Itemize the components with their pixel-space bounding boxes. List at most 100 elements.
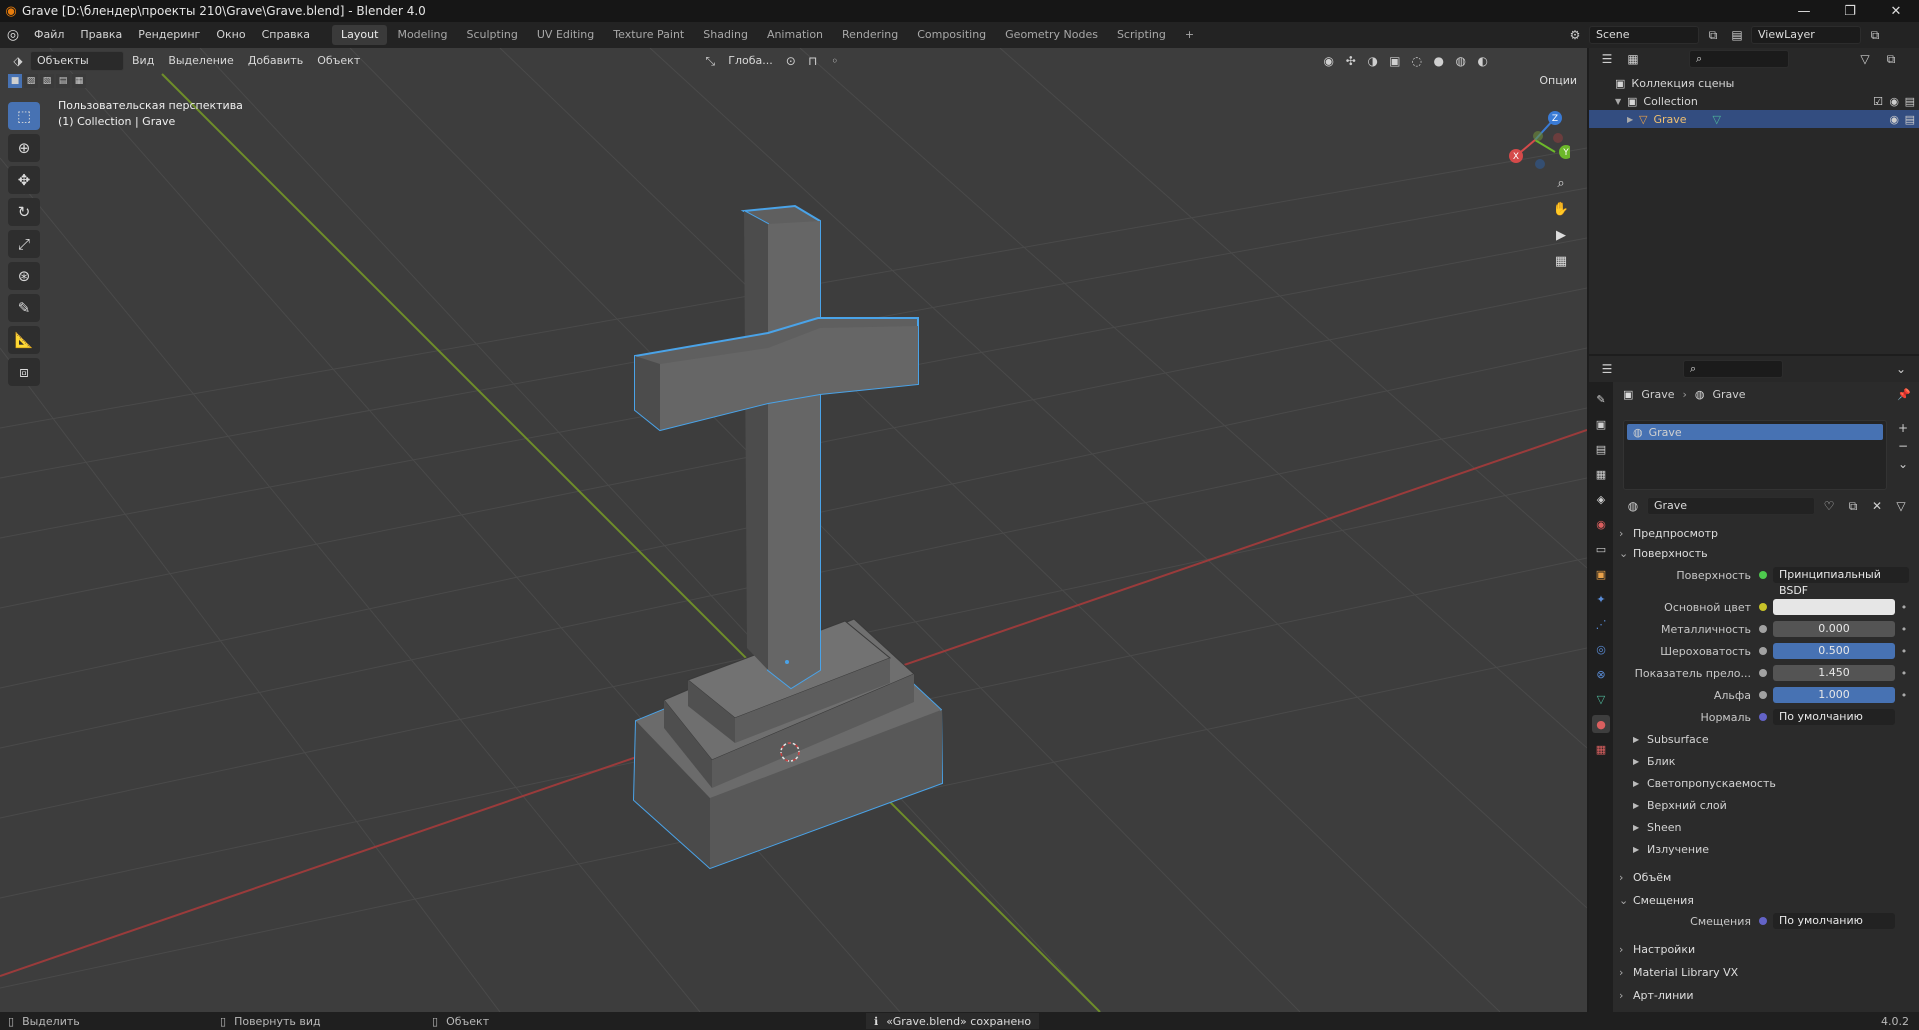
- minimize-button[interactable]: —: [1781, 0, 1827, 22]
- tab-layout[interactable]: Layout: [332, 25, 388, 45]
- scene-collection-row[interactable]: ▣ Коллекция сцены: [1589, 74, 1919, 92]
- move-tool-icon[interactable]: ✥: [8, 166, 40, 194]
- keyframe-icon[interactable]: •: [1899, 601, 1909, 614]
- blender-menu-icon[interactable]: ◎: [0, 27, 26, 43]
- keyframe-icon[interactable]: •: [1899, 667, 1909, 680]
- measure-tool-icon[interactable]: 📐: [8, 326, 40, 354]
- data-tab-icon[interactable]: ▽: [1592, 690, 1610, 708]
- tab-modeling[interactable]: Modeling: [388, 25, 456, 45]
- tab-rendering[interactable]: Rendering: [833, 25, 907, 45]
- subsection-specular[interactable]: ▶ Блик: [1633, 752, 1675, 770]
- tool-tab-icon[interactable]: ✎: [1592, 390, 1610, 408]
- new-scene-icon[interactable]: ⧉: [1703, 25, 1723, 45]
- browse-material-icon[interactable]: ◍: [1623, 496, 1643, 516]
- duplicate-material-icon[interactable]: ⧉: [1843, 496, 1863, 516]
- tab-uv-editing[interactable]: UV Editing: [528, 25, 603, 45]
- material-library-section[interactable]: › Material Library VX: [1619, 963, 1913, 981]
- menu-window[interactable]: Окно: [208, 22, 253, 48]
- world-tab-icon[interactable]: ◉: [1592, 515, 1610, 533]
- transform-tool-icon[interactable]: ⊛: [8, 262, 40, 290]
- menu-edit[interactable]: Правка: [72, 22, 130, 48]
- material-shading-icon[interactable]: ◍: [1451, 51, 1471, 71]
- subsection-transmission[interactable]: ▶ Светопропускаемость: [1633, 774, 1776, 792]
- tab-animation[interactable]: Animation: [758, 25, 832, 45]
- editor-type-icon[interactable]: ⬗: [8, 51, 28, 71]
- visibility-eye-icon[interactable]: ◉: [1889, 113, 1899, 126]
- tab-shading[interactable]: Shading: [694, 25, 757, 45]
- new-view-layer-icon[interactable]: ⧉: [1865, 25, 1885, 45]
- subsection-subsurface[interactable]: ▶ Subsurface: [1633, 730, 1709, 748]
- tab-geometry-nodes[interactable]: Geometry Nodes: [996, 25, 1107, 45]
- remove-slot-icon[interactable]: −: [1895, 438, 1911, 454]
- cursor-tool-icon[interactable]: ⊕: [8, 134, 40, 162]
- object-tab-icon[interactable]: ▣: [1592, 565, 1610, 583]
- fake-user-icon[interactable]: ♡: [1819, 496, 1839, 516]
- display-mode-icon[interactable]: ▦: [1623, 49, 1643, 69]
- material-name-field[interactable]: Grave: [1647, 497, 1815, 515]
- collection-row[interactable]: ▼ ▣ Collection ☑ ◉ ▤: [1589, 92, 1919, 110]
- keyframe-icon[interactable]: •: [1899, 623, 1909, 636]
- pan-hand-icon[interactable]: ✋: [1548, 198, 1574, 220]
- view-layer-field[interactable]: ViewLayer: [1751, 26, 1861, 44]
- snap-icon[interactable]: ⊓: [803, 51, 823, 71]
- outliner-search-input[interactable]: ⌕: [1689, 50, 1789, 68]
- base-color-field[interactable]: [1773, 599, 1895, 615]
- overlay-toggle-icon[interactable]: ◑: [1363, 51, 1383, 71]
- menu-render[interactable]: Рендеринг: [130, 22, 208, 48]
- displacement-field[interactable]: По умолчанию: [1773, 913, 1895, 929]
- material-filter-icon[interactable]: ▽: [1891, 496, 1911, 516]
- material-tab-icon[interactable]: ●: [1592, 715, 1610, 733]
- material-slot-row[interactable]: ◍ Grave: [1627, 424, 1883, 440]
- navigation-gizmo[interactable]: Z Y X: [1500, 100, 1570, 170]
- add-workspace-button[interactable]: +: [1176, 25, 1203, 45]
- material-slot-list[interactable]: ◍ Grave: [1623, 420, 1887, 490]
- keyframe-icon[interactable]: •: [1899, 645, 1909, 658]
- metallic-field[interactable]: 0.000: [1773, 621, 1895, 637]
- options-dropdown[interactable]: Опции: [1539, 74, 1577, 87]
- select-intersect-icon[interactable]: ▤: [56, 74, 70, 88]
- rotate-tool-icon[interactable]: ↻: [8, 198, 40, 226]
- pin-icon[interactable]: 📌: [1897, 388, 1911, 401]
- wireframe-shading-icon[interactable]: ◌: [1407, 51, 1427, 71]
- menu-file[interactable]: Файл: [26, 22, 72, 48]
- tab-sculpting[interactable]: Sculpting: [458, 25, 527, 45]
- visibility-eye-icon[interactable]: ◉: [1889, 95, 1899, 108]
- tab-compositing[interactable]: Compositing: [908, 25, 995, 45]
- solid-shading-icon[interactable]: ●: [1429, 51, 1449, 71]
- collection-tab-icon[interactable]: ▭: [1592, 540, 1610, 558]
- camera-view-icon[interactable]: ▶: [1548, 224, 1574, 246]
- visibility-icon[interactable]: ◉: [1319, 51, 1339, 71]
- properties-options-icon[interactable]: ⌄: [1891, 359, 1911, 379]
- add-slot-icon[interactable]: +: [1895, 420, 1911, 436]
- settings-section[interactable]: › Настройки: [1619, 940, 1913, 958]
- exclude-checkbox-icon[interactable]: ☑: [1873, 95, 1883, 108]
- gizmo-toggle-icon[interactable]: ✣: [1341, 51, 1361, 71]
- xray-icon[interactable]: ▣: [1385, 51, 1405, 71]
- tab-scripting[interactable]: Scripting: [1108, 25, 1175, 45]
- grave-object-row[interactable]: ▶ ▽ Grave ▽ ◉ ▤: [1589, 110, 1919, 128]
- mesh-data-icon[interactable]: ▽: [1713, 113, 1721, 126]
- surface-shader-field[interactable]: Принципиальный BSDF: [1773, 567, 1909, 597]
- mode-dropdown[interactable]: Объекты: [30, 51, 124, 71]
- proportional-edit-icon[interactable]: ◦: [825, 51, 845, 71]
- scene-tab-icon[interactable]: ◈: [1592, 490, 1610, 508]
- particles-tab-icon[interactable]: ⋰: [1592, 615, 1610, 633]
- select-invert-icon[interactable]: ▦: [72, 74, 86, 88]
- unlink-material-icon[interactable]: ✕: [1867, 496, 1887, 516]
- orientation-dropdown[interactable]: Глоба...: [722, 51, 778, 71]
- scene-field[interactable]: Scene: [1589, 26, 1699, 44]
- tab-texture-paint[interactable]: Texture Paint: [604, 25, 693, 45]
- menu-select[interactable]: Выделение: [162, 51, 240, 71]
- alpha-field[interactable]: 1.000: [1773, 687, 1895, 703]
- lineart-section[interactable]: › Арт-линии: [1619, 986, 1913, 1004]
- view-layer-icon[interactable]: ▤: [1727, 25, 1747, 45]
- rendered-shading-icon[interactable]: ◐: [1473, 51, 1493, 71]
- subsection-coat[interactable]: ▶ Верхний слой: [1633, 796, 1727, 814]
- annotate-tool-icon[interactable]: ✎: [8, 294, 40, 322]
- volume-section[interactable]: › Объём: [1619, 868, 1913, 886]
- constraints-tab-icon[interactable]: ⊗: [1592, 665, 1610, 683]
- ortho-grid-icon[interactable]: ▦: [1548, 250, 1574, 272]
- keyframe-icon[interactable]: •: [1899, 689, 1909, 702]
- displacement-section[interactable]: ⌄ Смещения: [1619, 891, 1913, 909]
- normal-field[interactable]: По умолчанию: [1773, 709, 1895, 725]
